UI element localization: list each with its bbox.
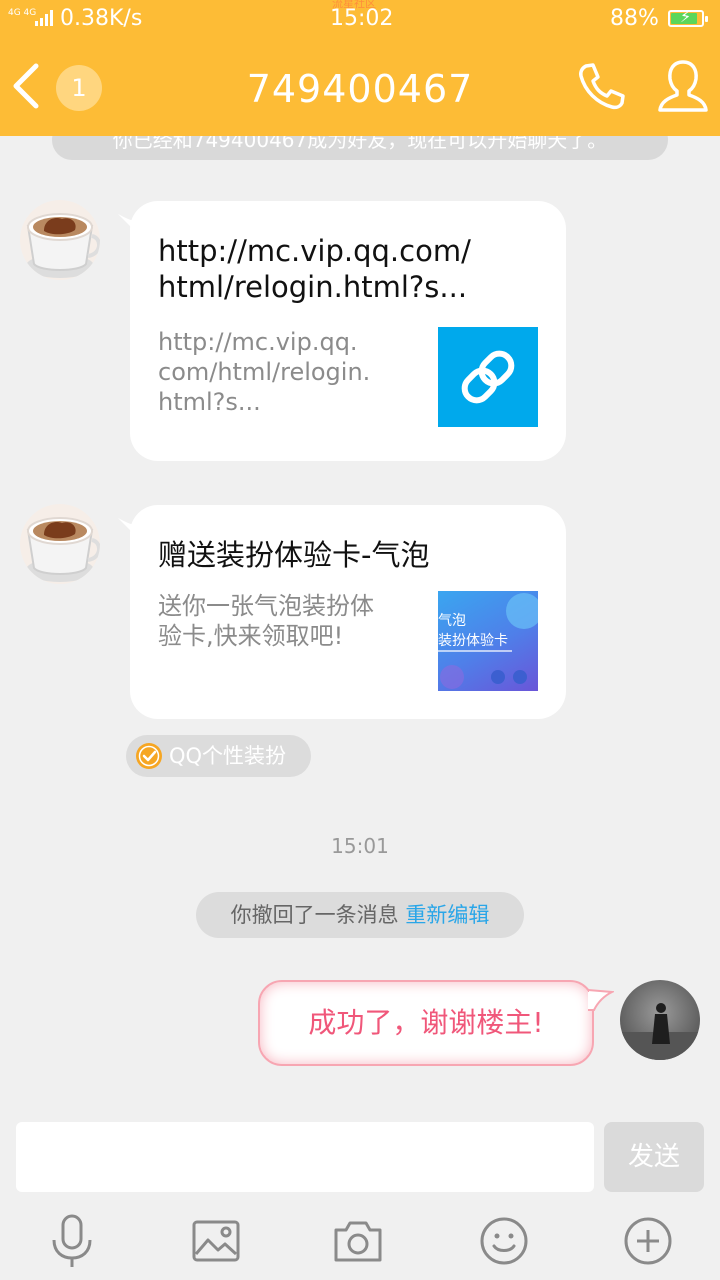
battery-icon: ⚡ <box>668 7 708 27</box>
link-icon <box>461 350 515 404</box>
camera-icon[interactable] <box>332 1214 384 1268</box>
phone-icon[interactable] <box>576 60 628 112</box>
emoji-icon[interactable] <box>478 1214 530 1268</box>
net-speed: 0.38K/s <box>60 6 143 31</box>
source-tag[interactable]: QQ个性装扮 <box>126 735 311 777</box>
message-list[interactable]: 你已经和749400467成为好友，现在可以开始聊天了。 http://mc.v… <box>0 136 720 1106</box>
promo-card-description: 送你一张气泡装扮体 验卡,快来领取吧! <box>158 592 374 650</box>
re-edit-link[interactable]: 重新编辑 <box>405 903 489 927</box>
recall-notice: 你撤回了一条消息 重新编辑 <box>196 892 524 938</box>
outgoing-message-text: 成功了，谢谢楼主! <box>308 1006 544 1039</box>
contact-avatar[interactable] <box>20 504 100 584</box>
network-type: 4G 4G <box>8 8 37 18</box>
battery-percent: 88% <box>610 6 659 31</box>
image-icon[interactable] <box>190 1214 242 1268</box>
coffee-cup-avatar-icon <box>20 200 100 280</box>
chat-screen: 4G 4G 0.38K/s 流星社区 15:02 88% ⚡ 1 7494004… <box>0 0 720 1280</box>
source-tag-label: QQ个性装扮 <box>169 744 287 768</box>
bubble-tail <box>588 988 614 1011</box>
link-card-description: http://mc.vip.qq. com/html/relogin. html… <box>158 328 371 416</box>
contact-avatar[interactable] <box>20 200 100 280</box>
promo-card-thumbnail: 气泡 装扮体验卡 <box>438 591 538 691</box>
chat-header: 4G 4G 0.38K/s 流星社区 15:02 88% ⚡ 1 7494004… <box>0 0 720 136</box>
charging-icon: ⚡ <box>680 7 692 26</box>
send-button[interactable]: 发送 <box>604 1122 704 1192</box>
recall-notice-text: 你撤回了一条消息 <box>230 903 399 927</box>
status-time: 15:02 <box>330 6 394 31</box>
promo-card-title: 赠送装扮体验卡-气泡 <box>158 538 430 572</box>
promo-thumb-line1: 气泡 <box>438 613 466 629</box>
self-avatar[interactable] <box>620 980 700 1060</box>
status-bar: 4G 4G 0.38K/s 流星社区 15:02 88% ⚡ <box>0 0 720 40</box>
promo-thumb-line2: 装扮体验卡 <box>438 633 508 649</box>
verified-badge-icon <box>136 743 162 769</box>
contact-title: 749400467 <box>246 67 474 111</box>
back-arrow-icon[interactable] <box>8 60 48 112</box>
outgoing-message[interactable]: 成功了，谢谢楼主! <box>258 980 594 1066</box>
coffee-cup-avatar-icon <box>20 504 100 584</box>
input-bar: 发送 <box>0 1106 720 1280</box>
link-card-message[interactable]: http://mc.vip.qq.com/ html/relogin.html?… <box>130 201 566 461</box>
link-card-thumbnail <box>438 327 538 427</box>
person-silhouette-avatar-icon <box>620 980 700 1060</box>
link-card-title: http://mc.vip.qq.com/ html/relogin.html?… <box>158 234 471 304</box>
promo-card-message[interactable]: 赠送装扮体验卡-气泡 送你一张气泡装扮体 验卡,快来领取吧! 气泡 装扮体验卡 <box>130 505 566 719</box>
microphone-icon[interactable] <box>46 1214 98 1268</box>
friend-added-notice: 你已经和749400467成为好友，现在可以开始聊天了。 <box>52 136 668 160</box>
message-timestamp: 15:01 <box>331 834 389 858</box>
message-input[interactable] <box>16 1122 594 1192</box>
plus-icon[interactable] <box>622 1214 674 1268</box>
profile-icon[interactable] <box>656 58 710 114</box>
unread-badge[interactable]: 1 <box>56 65 102 111</box>
signal-icon <box>35 10 53 26</box>
